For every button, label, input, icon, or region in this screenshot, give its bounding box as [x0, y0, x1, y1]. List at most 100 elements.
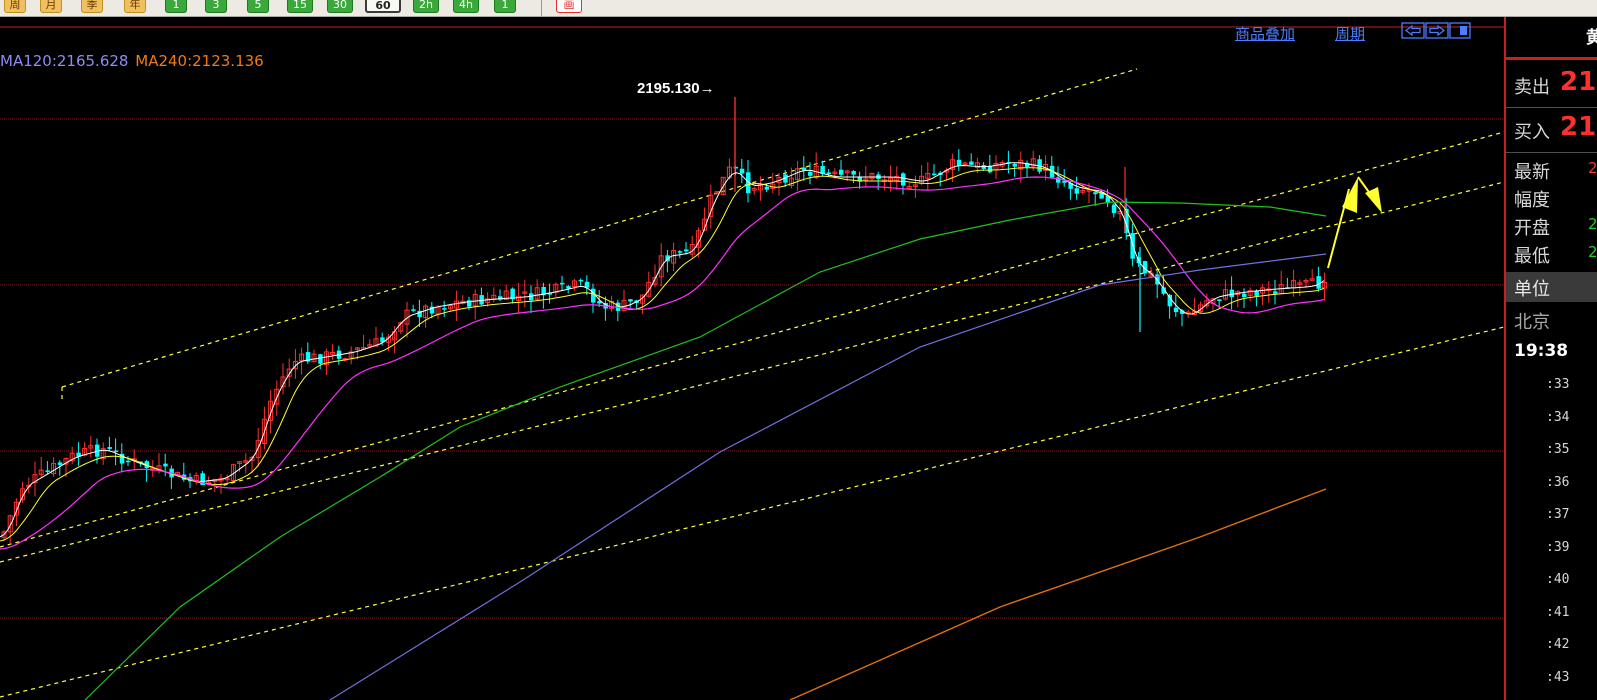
current-time: 19:38 — [1514, 341, 1569, 361]
buy-price: 21 — [1560, 112, 1597, 142]
period-toolbar: 周 月 季 年 1 3 5 15 30 60 2h 4h 1 画 — [0, 0, 1597, 17]
tick-time: :34 — [1546, 409, 1570, 425]
toolbar-divider — [541, 0, 542, 16]
instrument-title: 黄 — [1586, 23, 1597, 48]
candle-body — [318, 354, 323, 364]
candle-body — [1316, 276, 1321, 289]
open-label: 开盘 — [1514, 218, 1550, 239]
candle-body — [1242, 293, 1247, 298]
candle-body — [126, 460, 131, 463]
location-label: 北京 — [1514, 312, 1550, 333]
ma-legend: MA120:2165.628 MA240:2123.136 — [0, 52, 264, 70]
tick-time: :33 — [1546, 377, 1570, 392]
period-button-6[interactable]: 5 — [247, 0, 269, 13]
period-button-4[interactable]: 1 — [165, 0, 187, 13]
open-value: 2 — [1588, 215, 1597, 233]
tick-time: :37 — [1546, 507, 1570, 522]
quote-panel: 黄 卖出 21 买入 21 最新 2 幅度 开盘 2 最低 2 单位 北京 19… — [1504, 17, 1597, 700]
channel-line — [61, 68, 1138, 388]
tick-time: :36 — [1546, 474, 1570, 490]
moving-average-lines — [0, 162, 1327, 700]
period-button-2[interactable]: 季 — [81, 0, 103, 13]
period-button-9[interactable]: 60 — [365, 0, 401, 13]
buy-divider — [1506, 152, 1597, 153]
trend-channel-lines — [0, 68, 1504, 698]
amplitude-label: 幅度 — [1514, 190, 1550, 211]
ma120-label: MA120:2165.628 — [0, 52, 129, 70]
tick-time: :43 — [1546, 669, 1570, 685]
candle-body — [739, 168, 745, 174]
candle-body — [839, 169, 844, 175]
candlesticks — [1, 97, 1328, 545]
channel-line — [0, 181, 1504, 563]
period-button-1[interactable]: 月 — [40, 0, 62, 13]
candle-body — [1093, 192, 1098, 195]
sell-price: 21 — [1560, 67, 1597, 97]
candle-body — [1062, 180, 1067, 183]
period-button-10[interactable]: 2h — [413, 0, 439, 13]
channel-line — [0, 326, 1504, 698]
period-button-5[interactable]: 3 — [205, 0, 227, 13]
candle-body — [1273, 291, 1278, 294]
tick-time: :35 — [1546, 442, 1570, 457]
candle-body — [1012, 163, 1018, 167]
period-button-12[interactable]: 1 — [494, 0, 516, 13]
high-price-arrow: → — [699, 80, 715, 97]
candle-body — [1254, 291, 1259, 296]
nav-left-icon[interactable] — [1401, 22, 1425, 39]
candle-body — [578, 279, 584, 282]
tick-time: :40 — [1546, 572, 1570, 587]
high-price-value: 2195.130 — [637, 80, 700, 97]
candle-body — [560, 282, 565, 285]
tick-time: :41 — [1546, 604, 1570, 620]
nav-right-icon[interactable] — [1425, 22, 1449, 39]
low-label: 最低 — [1514, 246, 1550, 267]
candle-body — [826, 172, 832, 175]
candle-body — [969, 161, 974, 165]
chart-canvas[interactable] — [0, 17, 1504, 700]
period-button-11[interactable]: 4h — [453, 0, 479, 13]
candle-body — [442, 308, 447, 310]
buy-label: 买入 — [1514, 122, 1550, 143]
up-arrow-head — [1342, 177, 1358, 213]
candle-body — [901, 173, 906, 186]
ma240-label: MA240:2123.136 — [135, 52, 264, 70]
period-button-8[interactable]: 30 — [327, 0, 353, 13]
panel-top-divider — [1506, 57, 1597, 60]
period-button-3[interactable]: 年 — [124, 0, 146, 13]
draw-tool-button[interactable]: 画 — [556, 0, 582, 13]
candle-body — [987, 166, 993, 173]
sell-label: 卖出 — [1514, 77, 1550, 98]
candle-body — [1074, 188, 1080, 194]
candle-body — [677, 251, 683, 253]
low-value: 2 — [1588, 243, 1597, 261]
tick-time: :39 — [1546, 539, 1570, 555]
candle-body — [411, 309, 416, 311]
nav-icon-group — [1401, 22, 1473, 40]
overlay-commodity-link[interactable]: 商品叠加 — [1235, 23, 1295, 44]
candle-body — [113, 450, 119, 453]
period-button-7[interactable]: 15 — [287, 0, 313, 13]
candle-body — [932, 173, 937, 176]
sell-divider — [1506, 107, 1597, 108]
kline-chart[interactable]: MA120:2165.628 MA240:2123.136 商品叠加 周期 21… — [0, 17, 1504, 700]
candle-body — [479, 295, 484, 305]
candle-body — [851, 171, 856, 175]
candle-body — [1130, 233, 1135, 259]
candle-body — [107, 447, 112, 449]
candle-body — [1217, 299, 1222, 301]
candle-body — [584, 281, 590, 288]
latest-label: 最新 — [1514, 162, 1550, 183]
candle-body — [764, 186, 770, 190]
candle-body — [57, 462, 63, 465]
tick-time: :42 — [1546, 637, 1570, 652]
candle-body — [529, 293, 534, 301]
period-link[interactable]: 周期 — [1335, 23, 1365, 44]
nav-expand-icon[interactable] — [1449, 22, 1471, 39]
period-button-0[interactable]: 周 — [4, 0, 26, 13]
high-price-annotation: 2195.130→ — [637, 80, 715, 97]
candle-body — [1173, 307, 1179, 313]
candle-body — [45, 470, 50, 472]
candle-body — [684, 249, 689, 252]
candle-body — [808, 171, 813, 176]
